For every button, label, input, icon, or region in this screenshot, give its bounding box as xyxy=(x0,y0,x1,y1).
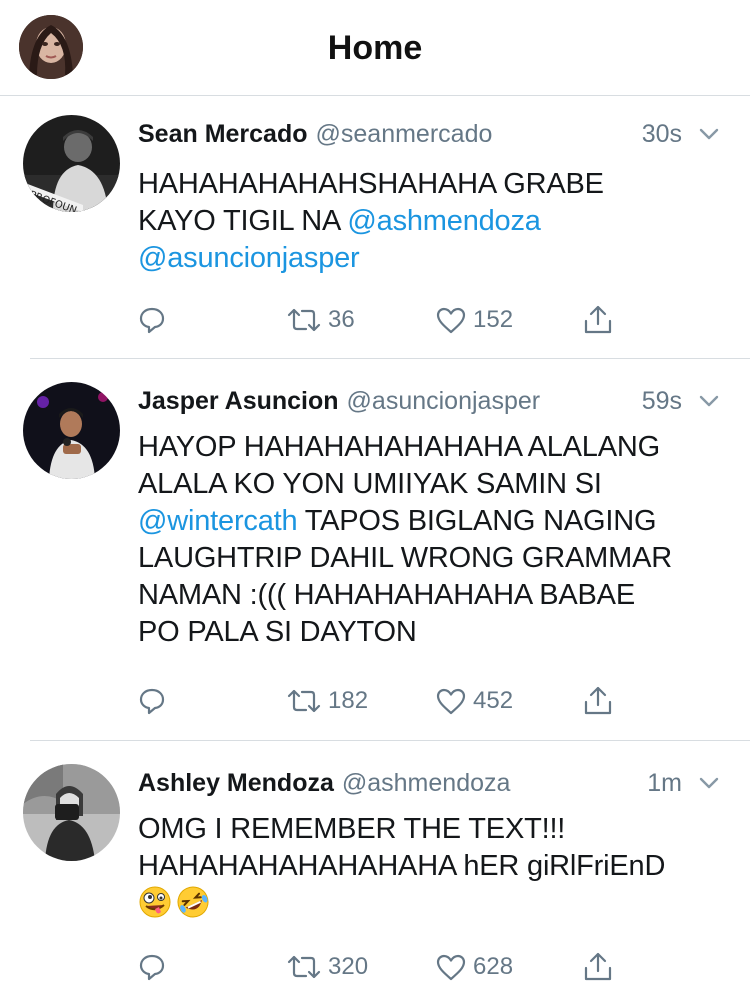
tweet-actions: 182 452 xyxy=(138,681,638,721)
share-button[interactable] xyxy=(583,947,613,987)
tweet[interactable]: Jasper Asuncion @asuncionjasper 59s HAYOP… xyxy=(0,359,750,739)
like-button[interactable]: 452 xyxy=(435,681,513,721)
like-count: 628 xyxy=(473,953,514,980)
page-title: Home xyxy=(327,29,423,67)
author-handle[interactable]: @seanmercado xyxy=(316,120,493,148)
retweet-count: 182 xyxy=(328,687,369,714)
tweet-header: Sean Mercado @seanmercado 30s xyxy=(138,114,720,154)
mention-link[interactable]: @ashmendoza xyxy=(347,205,540,237)
author-handle[interactable]: @ashmendoza xyxy=(342,769,511,797)
user-avatar[interactable]: PROFOUN xyxy=(23,115,120,212)
tweet-text-segment: KAYO TIGIL NA xyxy=(138,205,348,237)
share-icon xyxy=(584,305,612,334)
heart-icon xyxy=(436,307,466,334)
share-icon xyxy=(584,686,612,715)
tweet-line: HAHAHAHAHAHSHAHAHA GRABE xyxy=(138,166,738,203)
author-name[interactable]: Ashley Mendoza xyxy=(138,769,334,797)
reply-button[interactable] xyxy=(138,947,166,987)
chevron-down-icon[interactable] xyxy=(698,123,720,145)
mention-link[interactable]: @asuncionjasper xyxy=(138,242,360,274)
reply-icon xyxy=(139,307,165,334)
tweet-text-segment: OMG I REMEMBER THE TEXT!!! xyxy=(138,813,566,845)
tweet-header: Ashley Mendoza @ashmendoza 1m xyxy=(138,763,720,803)
tweet-text-segment: HAHAHAHAHAHSHAHAHA GRABE xyxy=(138,168,604,200)
tweet-line: @asuncionjasper xyxy=(138,240,738,277)
retweet-count: 320 xyxy=(328,953,369,980)
tweet-text-segment: LAUGHTRIP DAHIL WRONG GRAMMAR xyxy=(138,542,672,574)
tweet-text: HAYOP HAHAHAHAHAHAHA ALALANG ALALA KO YON… xyxy=(138,429,738,651)
tweet-line: KAYO TIGIL NA @ashmendoza xyxy=(138,203,738,240)
tweet-line: PO PALA SI DAYTON xyxy=(138,614,738,651)
like-count: 452 xyxy=(473,687,514,714)
like-button[interactable]: 152 xyxy=(435,300,513,340)
tweet[interactable]: PROFOUN Sean Mercado @seanmercado 30s HAH… xyxy=(0,96,750,358)
zany-face-emoji xyxy=(138,885,172,919)
reply-icon xyxy=(139,954,165,981)
tweet-text-segment: ALALA KO YON UMIIYAK SAMIN SI xyxy=(138,468,602,500)
tweet-line: LAUGHTRIP DAHIL WRONG GRAMMAR xyxy=(138,540,738,577)
tweet[interactable]: Ashley Mendoza @ashmendoza 1m OMG I REMEM… xyxy=(0,741,750,1005)
tweet-line xyxy=(138,885,738,923)
tweet-line: @wintercath TAPOS BIGLANG NAGING xyxy=(138,503,738,540)
retweet-icon xyxy=(287,308,321,332)
tweet-line: NAMAN :((( HAHAHAHAHAHA BABAE xyxy=(138,577,738,614)
retweet-icon xyxy=(287,955,321,979)
like-button[interactable]: 628 xyxy=(435,947,513,987)
top-bar: Home xyxy=(0,0,750,96)
author-name[interactable]: Sean Mercado xyxy=(138,120,308,148)
tweet-text-segment: PO PALA SI DAYTON xyxy=(138,616,417,648)
tweet-text-segment: TAPOS BIGLANG NAGING xyxy=(297,505,657,537)
tweet-text: HAHAHAHAHAHSHAHAHA GRABE KAYO TIGIL NA @a… xyxy=(138,166,738,277)
timestamp: 1m xyxy=(647,769,682,797)
retweet-count: 36 xyxy=(328,306,355,333)
share-button[interactable] xyxy=(583,681,613,721)
author-name[interactable]: Jasper Asuncion xyxy=(138,387,339,415)
retweet-button[interactable]: 182 xyxy=(286,681,368,721)
user-avatar[interactable] xyxy=(23,382,120,479)
mention-link[interactable]: @wintercath xyxy=(138,505,298,537)
timestamp: 59s xyxy=(641,387,682,415)
tweet-line: OMG I REMEMBER THE TEXT!!! xyxy=(138,811,738,848)
tweet-line: HAYOP HAHAHAHAHAHAHA ALALANG xyxy=(138,429,738,466)
tweet-text-segment: NAMAN :((( HAHAHAHAHAHA BABAE xyxy=(138,579,635,611)
share-icon xyxy=(584,952,612,981)
tweet-actions: 320 628 xyxy=(138,947,638,987)
user-avatar[interactable] xyxy=(23,764,120,861)
tweet-text-segment: HAHAHAHAHAHAHAHA hER giRlFriEnD xyxy=(138,850,666,882)
retweet-button[interactable]: 320 xyxy=(286,947,368,987)
retweet-button[interactable]: 36 xyxy=(286,300,355,340)
heart-icon xyxy=(436,954,466,981)
heart-icon xyxy=(436,688,466,715)
retweet-icon xyxy=(287,689,321,713)
reply-icon xyxy=(139,688,165,715)
author-handle[interactable]: @asuncionjasper xyxy=(347,387,541,415)
rolling-laughing-emoji xyxy=(176,885,210,919)
chevron-down-icon[interactable] xyxy=(698,772,720,794)
tweet-text: OMG I REMEMBER THE TEXT!!! HAHAHAHAHAHAHA… xyxy=(138,811,738,923)
tweet-line: HAHAHAHAHAHAHAHA hER giRlFriEnD xyxy=(138,848,738,885)
tweet-header: Jasper Asuncion @asuncionjasper 59s xyxy=(138,381,720,421)
tweet-text-segment: HAYOP HAHAHAHAHAHAHA ALALANG xyxy=(138,431,660,463)
reply-button[interactable] xyxy=(138,681,166,721)
share-button[interactable] xyxy=(583,300,613,340)
tweet-line: ALALA KO YON UMIIYAK SAMIN SI xyxy=(138,466,738,503)
reply-button[interactable] xyxy=(138,300,166,340)
timestamp: 30s xyxy=(641,120,682,148)
like-count: 152 xyxy=(473,306,514,333)
tweet-actions: 36 152 xyxy=(138,300,638,340)
chevron-down-icon[interactable] xyxy=(698,390,720,412)
